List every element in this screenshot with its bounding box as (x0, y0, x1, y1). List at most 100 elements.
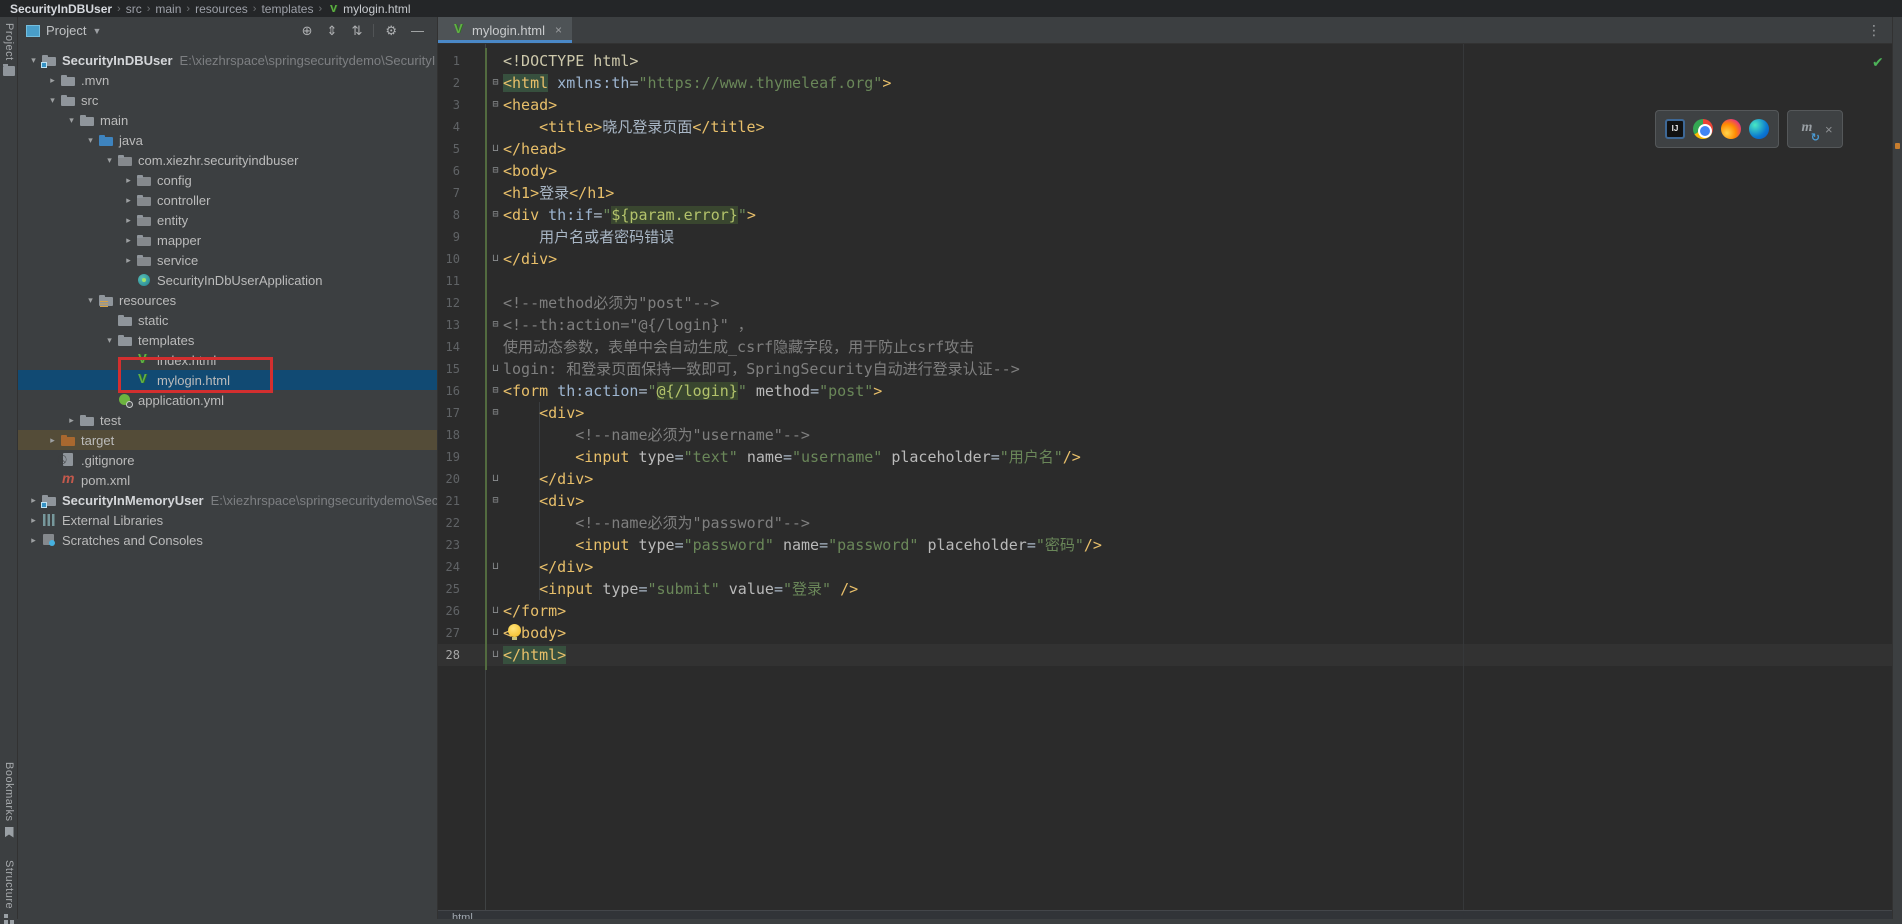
structure-stripe-label[interactable]: Structure (3, 860, 15, 909)
breadcrumb-html-tag[interactable]: html (452, 912, 1893, 919)
line-number[interactable]: 25 (438, 578, 460, 600)
code-text[interactable]: <h1>登录</h1> (503, 182, 614, 204)
intention-bulb-icon[interactable] (508, 624, 521, 640)
code-line-20[interactable]: 20 ⊔ </div> (438, 468, 1893, 490)
fold-end-icon[interactable]: ⊔ (489, 622, 502, 644)
fold-start-icon[interactable]: ⊟ (489, 160, 502, 182)
line-number[interactable]: 26 (438, 600, 460, 622)
line-number[interactable]: 16 (438, 380, 460, 402)
tab-mylogin-html[interactable]: mylogin.html × (438, 17, 572, 43)
line-number[interactable]: 8 (438, 204, 460, 226)
code-line-13[interactable]: 13 ⊟ <!--th:action="@{/login}" ， (438, 314, 1893, 336)
code-text[interactable]: </html> (503, 644, 567, 666)
code-line-24[interactable]: 24 ⊔ </div> (438, 556, 1893, 578)
code-line-16[interactable]: 16 ⊟ <form th:action="@{/login}" method="p… (438, 380, 1893, 402)
collapse-all-icon[interactable]: ⇅ (351, 17, 362, 44)
code-text[interactable]: <input type="password" name="password" p… (503, 534, 1102, 556)
tree-item-securityindbuser[interactable]: ▾ SecurityInDBUser E:\xiezhrspace\springse… (18, 50, 437, 70)
tree-item--gitignore[interactable]: .gitignore (18, 450, 437, 470)
code-line-7[interactable]: 7 <h1>登录</h1> (438, 182, 1893, 204)
chevron-open-icon[interactable]: ▾ (85, 295, 96, 306)
fold-start-icon[interactable]: ⊟ (489, 490, 502, 512)
line-number[interactable]: 3 (438, 94, 460, 116)
tree-item-application-yml[interactable]: application.yml (18, 390, 437, 410)
line-number[interactable]: 19 (438, 446, 460, 468)
inspections-ok-icon[interactable]: ✔ (1872, 54, 1884, 71)
chevron-closed-icon[interactable]: ▸ (47, 75, 58, 86)
code-text[interactable]: <!--name必须为"username"--> (503, 424, 810, 446)
code-text[interactable]: <title>晓凡登录页面</title> (503, 116, 764, 138)
chevron-closed-icon[interactable]: ▸ (123, 255, 134, 266)
chevron-closed-icon[interactable]: ▸ (123, 175, 134, 186)
code-text[interactable]: <div th:if="${param.error}"> (503, 204, 756, 226)
code-line-15[interactable]: 15 ⊔ login: 和登录页面保持一致即可，SpringSecurity自动进行… (438, 358, 1893, 380)
code-line-27[interactable]: 27 ⊔ </body> (438, 622, 1893, 644)
fold-end-icon[interactable]: ⊔ (489, 138, 502, 160)
fold-end-icon[interactable]: ⊔ (489, 358, 502, 380)
editor-body[interactable]: 1 <!DOCTYPE html> 2 ⊟ <html xmlns:th="https:… (438, 44, 1893, 912)
code-line-28[interactable]: 28 ⊔ </html> (438, 644, 1893, 666)
code-text[interactable]: <!--name必须为"password"--> (503, 512, 810, 534)
tool-stripe-bookmarks[interactable]: Bookmarks (0, 762, 18, 838)
tree-item-java[interactable]: ▾ java (18, 130, 437, 150)
code-line-22[interactable]: 22 <!--name必须为"password"--> (438, 512, 1893, 534)
code-text[interactable]: <head> (503, 94, 557, 116)
maven-reload-icon[interactable]: m (1797, 119, 1820, 143)
intellij-idea-icon[interactable]: IJ (1665, 119, 1685, 139)
code-text[interactable]: login: 和登录页面保持一致即可，SpringSecurity自动进行登录认… (503, 358, 1020, 380)
breadcrumb-resources[interactable]: resources (195, 2, 248, 16)
code-line-2[interactable]: 2 ⊟ <html xmlns:th="https://www.thymeleaf.… (438, 72, 1893, 94)
tree-item-external-libraries[interactable]: ▸ External Libraries (18, 510, 437, 530)
code-line-18[interactable]: 18 <!--name必须为"username"--> (438, 424, 1893, 446)
line-number[interactable]: 5 (438, 138, 460, 160)
tab-options-icon[interactable]: ⋮ (1855, 17, 1893, 43)
tree-item--mvn[interactable]: ▸ .mvn (18, 70, 437, 90)
line-number[interactable]: 17 (438, 402, 460, 424)
line-number[interactable]: 15 (438, 358, 460, 380)
code-text[interactable]: 使用动态参数，表单中会自动生成_csrf隐藏字段，用于防止csrf攻击 (503, 336, 974, 358)
code-line-11[interactable]: 11 (438, 270, 1893, 292)
breadcrumb-templates[interactable]: templates (261, 2, 313, 16)
code-line-26[interactable]: 26 ⊔ </form> (438, 600, 1893, 622)
line-number[interactable]: 22 (438, 512, 460, 534)
chevron-closed-icon[interactable]: ▸ (123, 235, 134, 246)
line-number[interactable]: 21 (438, 490, 460, 512)
tree-item-controller[interactable]: ▸ controller (18, 190, 437, 210)
line-number[interactable]: 7 (438, 182, 460, 204)
chevron-closed-icon[interactable]: ▸ (47, 435, 58, 446)
line-number[interactable]: 18 (438, 424, 460, 446)
hide-panel-icon[interactable]: — (411, 17, 424, 44)
line-number[interactable]: 23 (438, 534, 460, 556)
line-number[interactable]: 14 (438, 336, 460, 358)
fold-end-icon[interactable]: ⊔ (489, 600, 502, 622)
chevron-closed-icon[interactable]: ▸ (28, 535, 39, 546)
line-number[interactable]: 24 (438, 556, 460, 578)
line-number[interactable]: 6 (438, 160, 460, 182)
breadcrumb-src[interactable]: src (126, 2, 142, 16)
code-text[interactable]: 用户名或者密码错误 (503, 226, 674, 248)
code-line-6[interactable]: 6 ⊟ <body> (438, 160, 1893, 182)
tree-item-templates[interactable]: ▾ templates (18, 330, 437, 350)
code-text[interactable]: </head> (503, 138, 566, 160)
chevron-down-icon[interactable]: ▼ (92, 26, 101, 36)
chrome-icon[interactable] (1693, 119, 1713, 139)
tree-item-entity[interactable]: ▸ entity (18, 210, 437, 230)
tree-item-securityinmemoryuser[interactable]: ▸ SecurityInMemoryUser E:\xiezhrspace\spri… (18, 490, 437, 510)
code-text[interactable]: <form th:action="@{/login}" method="post… (503, 380, 882, 402)
settings-gear-icon[interactable]: ⚙ (385, 17, 397, 44)
chevron-closed-icon[interactable]: ▸ (28, 495, 39, 506)
tree-item-static[interactable]: static (18, 310, 437, 330)
fold-start-icon[interactable]: ⊟ (489, 380, 502, 402)
edge-icon[interactable] (1749, 119, 1769, 139)
chevron-closed-icon[interactable]: ▸ (123, 215, 134, 226)
code-line-19[interactable]: 19 <input type="text" name="username" pl… (438, 446, 1893, 468)
chevron-open-icon[interactable]: ▾ (85, 135, 96, 146)
tool-stripe-structure[interactable]: Structure (0, 860, 18, 924)
code-text[interactable]: </div> (503, 556, 593, 578)
fold-start-icon[interactable]: ⊟ (489, 314, 502, 336)
tree-item-com-xiezhr-securityindbuser[interactable]: ▾ com.xiezhr.securityindbuser (18, 150, 437, 170)
fold-end-icon[interactable]: ⊔ (489, 248, 502, 270)
chevron-closed-icon[interactable]: ▸ (28, 515, 39, 526)
code-line-8[interactable]: 8 ⊟ <div th:if="${param.error}"> (438, 204, 1893, 226)
code-line-9[interactable]: 9 用户名或者密码错误 (438, 226, 1893, 248)
